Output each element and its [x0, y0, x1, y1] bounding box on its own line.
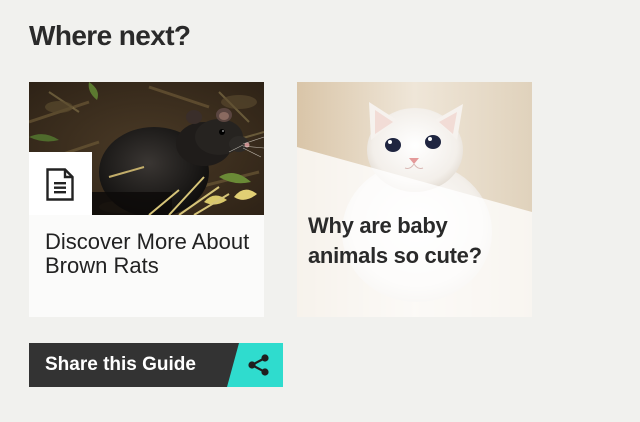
card-title: Why are baby animals so cute?	[308, 213, 482, 268]
share-icon	[248, 354, 269, 376]
document-badge	[29, 152, 92, 215]
card-baby-animals[interactable]: Why are baby animals so cute?	[297, 82, 532, 317]
section-heading: Where next?	[29, 20, 191, 51]
document-icon	[46, 168, 74, 201]
card-brown-rats[interactable]: Discover More About Brown Rats	[29, 82, 264, 317]
share-guide-button[interactable]: Share this Guide	[29, 343, 283, 387]
white-kitten-photo	[297, 82, 532, 317]
share-label: Share this Guide	[45, 354, 196, 375]
card-title: Discover More About Brown Rats	[45, 229, 250, 278]
